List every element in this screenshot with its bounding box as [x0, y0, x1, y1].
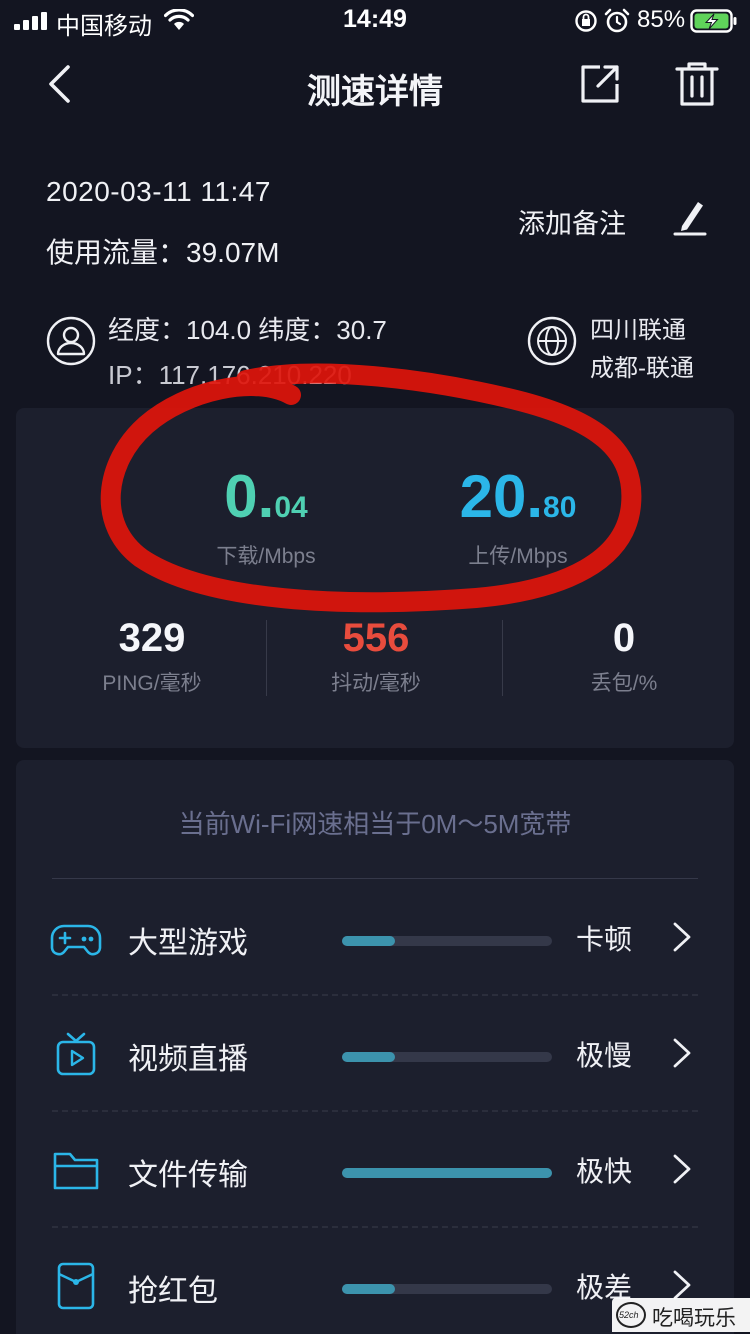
red-envelope-icon	[57, 1262, 95, 1310]
row-status: 极慢	[576, 1040, 633, 1071]
row-status: 极快	[576, 1156, 633, 1187]
folder-icon	[53, 1152, 99, 1190]
nav-bar: 测速详情	[0, 48, 750, 120]
chevron-right-icon	[673, 1154, 691, 1184]
row-name: 大型游戏	[128, 927, 248, 960]
gamepad-icon	[50, 924, 102, 956]
download-speed-integer: 0.	[224, 463, 275, 530]
watermark-logo: 52ch	[616, 1302, 646, 1328]
traffic-usage: 使用流量：39.07M	[46, 231, 279, 271]
add-note-button[interactable]: 添加备注	[518, 202, 626, 241]
tv-icon	[56, 1032, 96, 1076]
quality-bar-fill	[342, 1284, 395, 1294]
quality-row-live-video[interactable]: 视频直播 极慢	[16, 996, 734, 1112]
test-datetime: 2020-03-11 11:47	[46, 176, 271, 207]
download-speed: 0.04	[146, 462, 386, 531]
battery-charging-icon	[690, 9, 737, 33]
quality-bar	[342, 1168, 552, 1178]
isp-city: 成都-联通	[590, 355, 694, 382]
packet-loss-value: 0	[612, 616, 636, 660]
quality-row-file-transfer[interactable]: 文件传输 极快	[16, 1112, 734, 1228]
metric-divider	[502, 620, 503, 696]
jitter-label: 抖动/毫秒	[331, 672, 421, 695]
jitter-metric: 556 抖动/毫秒	[258, 616, 494, 697]
bandwidth-summary: 当前Wi-Fi网速相当于0M～5M宽带	[178, 809, 572, 839]
ping-value: 329	[118, 616, 186, 660]
rotation-lock-icon	[575, 10, 597, 32]
chevron-right-icon	[673, 1270, 691, 1300]
site-watermark: 52ch 吃喝玩乐网	[612, 1298, 750, 1332]
jitter-value: 556	[342, 616, 410, 660]
ip-address: IP：117.176.210.220	[108, 360, 352, 390]
packet-loss-label: 丢包/%	[590, 672, 658, 695]
pencil-icon[interactable]	[672, 196, 708, 236]
share-icon[interactable]	[578, 62, 622, 106]
quality-bar-fill	[342, 936, 395, 946]
network-quality-card: 当前Wi-Fi网速相当于0M～5M宽带 大型游戏 卡顿 视频直播 极慢 文件传输…	[16, 760, 734, 1334]
user-icon	[46, 316, 96, 366]
quality-bar	[342, 936, 552, 946]
quality-bar-fill	[342, 1052, 395, 1062]
upload-speed-integer: 20.	[459, 463, 544, 530]
row-name: 视频直播	[128, 1043, 248, 1076]
chevron-right-icon	[673, 1038, 691, 1068]
ping-label: PING/毫秒	[102, 672, 202, 695]
quality-bar	[342, 1052, 552, 1062]
quality-row-gaming[interactable]: 大型游戏 卡顿	[16, 880, 734, 996]
packet-loss-metric: 0 丢包/%	[506, 616, 742, 697]
traffic-label: 使用流量：	[46, 237, 187, 268]
speed-result-card: 0.04 下载/Mbps 20.80 上传/Mbps 329 PING/毫秒 5…	[16, 408, 734, 748]
watermark-logo-text: 52ch	[619, 1310, 639, 1320]
ping-metric: 329 PING/毫秒	[34, 616, 270, 697]
trash-icon[interactable]	[674, 60, 720, 108]
upload-speed-decimal: 80	[543, 491, 577, 524]
row-name: 抢红包	[128, 1275, 218, 1308]
download-speed-decimal: 04	[274, 491, 308, 524]
globe-icon	[527, 316, 577, 366]
upload-label: 上传/Mbps	[468, 545, 568, 568]
page-title: 测速详情	[307, 73, 443, 111]
battery-percent: 85%	[637, 6, 686, 33]
traffic-value: 39.07M	[186, 237, 280, 268]
quality-bar	[342, 1284, 552, 1294]
upload-speed: 20.80	[398, 462, 638, 531]
download-label: 下载/Mbps	[216, 545, 316, 568]
quality-bar-fill	[342, 1168, 552, 1178]
row-status: 卡顿	[576, 924, 633, 955]
coordinates: 经度：104.0 纬度：30.7	[108, 315, 387, 345]
isp-province: 四川联通	[590, 317, 686, 344]
status-bar: 中国移动 14:49 85%	[0, 0, 750, 40]
chevron-right-icon	[673, 922, 691, 952]
divider	[52, 878, 698, 879]
watermark-text: 吃喝玩乐网	[652, 1307, 736, 1330]
row-name: 文件传输	[128, 1159, 248, 1192]
alarm-icon	[604, 8, 630, 33]
